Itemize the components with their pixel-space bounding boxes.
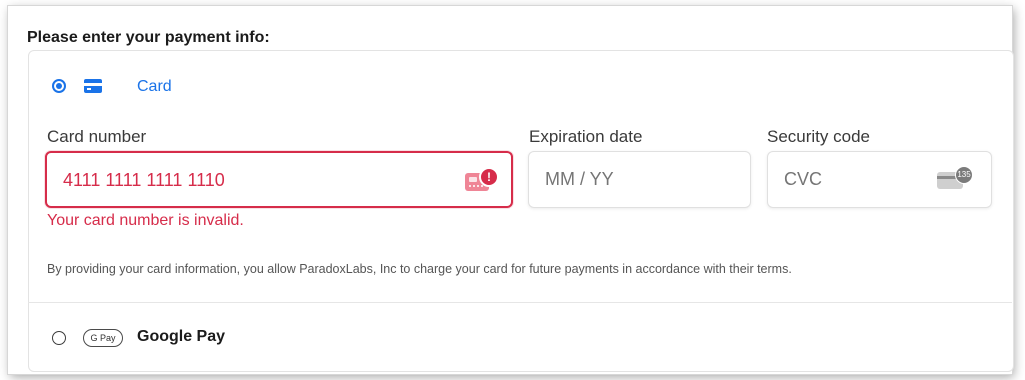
card-number-input[interactable]: 4111 1111 1111 1110 ! xyxy=(45,151,513,208)
expiration-placeholder: MM / YY xyxy=(545,169,614,189)
card-radio[interactable] xyxy=(52,79,66,93)
expiration-date-label: Expiration date xyxy=(529,127,643,146)
card-number-value: 4111 1111 1111 1110 xyxy=(63,170,225,190)
google-pay-option-label[interactable]: Google Pay xyxy=(137,328,225,346)
card-number-error: Your card number is invalid. xyxy=(47,212,244,229)
expiration-date-input[interactable]: MM / YY xyxy=(528,151,751,208)
payment-panel xyxy=(28,50,1014,372)
card-error-icon: ! xyxy=(465,167,499,191)
security-code-label: Security code xyxy=(767,127,870,146)
terms-text: By providing your card information, you … xyxy=(47,262,792,276)
cvc-card-icon: 135 xyxy=(937,166,975,190)
card-option-label[interactable]: Card xyxy=(137,78,172,96)
card-number-label: Card number xyxy=(47,127,147,146)
divider xyxy=(28,302,1012,303)
security-code-input[interactable]: CVC 135 xyxy=(767,151,992,208)
card-icon xyxy=(84,79,102,93)
google-pay-radio[interactable] xyxy=(52,331,66,345)
cvc-icon-badge: 135 xyxy=(955,166,973,184)
page-title: Please enter your payment info: xyxy=(27,29,270,46)
google-pay-badge: G Pay xyxy=(83,329,123,347)
cvc-placeholder: CVC xyxy=(784,169,823,189)
